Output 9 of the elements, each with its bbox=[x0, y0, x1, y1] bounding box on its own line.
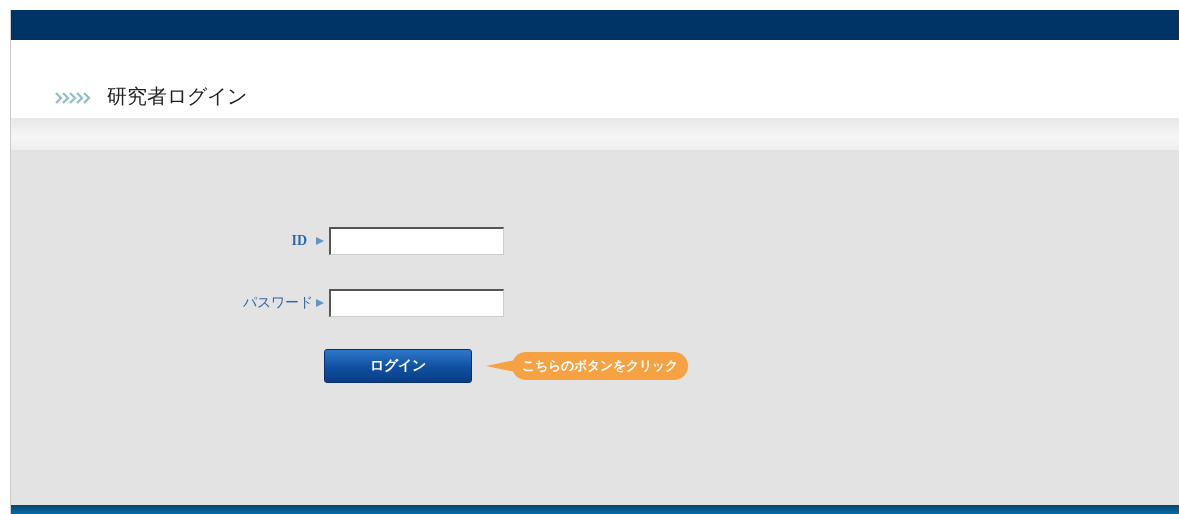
arrow-icon bbox=[315, 298, 325, 308]
page-title: 研究者ログイン bbox=[107, 83, 247, 110]
input-field[interactable] bbox=[329, 227, 504, 255]
input-field[interactable] bbox=[329, 289, 504, 317]
field-label: パスワード bbox=[243, 294, 313, 312]
login-button[interactable]: ログイン bbox=[324, 349, 472, 383]
arrow-icon bbox=[315, 236, 325, 246]
field-label: ID bbox=[291, 233, 307, 249]
chevrons-icon bbox=[55, 90, 93, 106]
